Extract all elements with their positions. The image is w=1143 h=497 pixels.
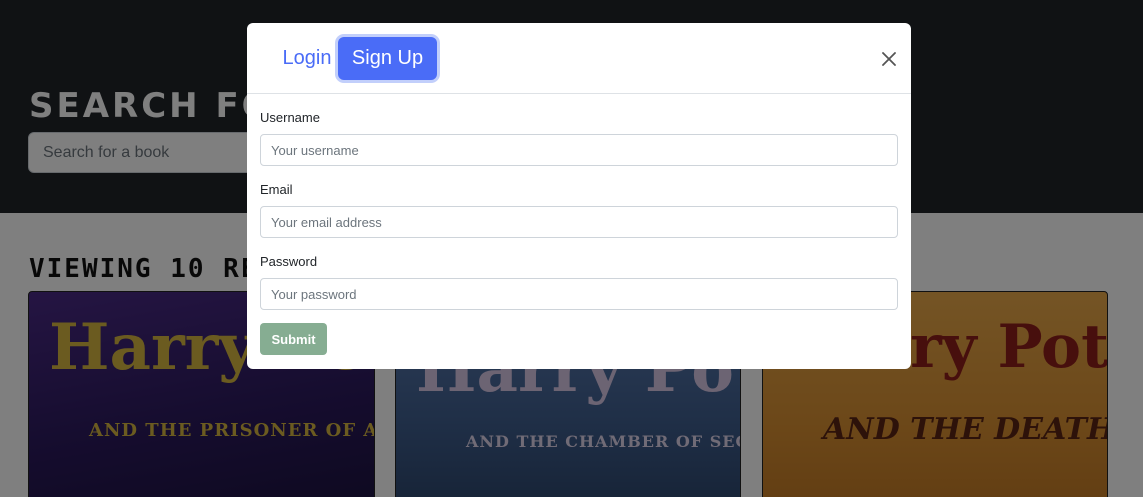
username-label: Username (260, 110, 320, 125)
password-label: Password (260, 254, 318, 269)
password-field[interactable]: Your password (260, 278, 898, 310)
email-label: Email (260, 182, 293, 197)
close-icon[interactable] (879, 49, 899, 69)
submit-button[interactable]: Submit (260, 323, 327, 355)
email-field[interactable]: Your email address (260, 206, 898, 238)
username-field[interactable]: Your username (260, 134, 898, 166)
modal-header: Login Sign Up (247, 23, 911, 94)
tab-signup[interactable]: Sign Up (338, 37, 437, 80)
signup-modal: Login Sign Up Username Your username Ema… (247, 23, 911, 369)
